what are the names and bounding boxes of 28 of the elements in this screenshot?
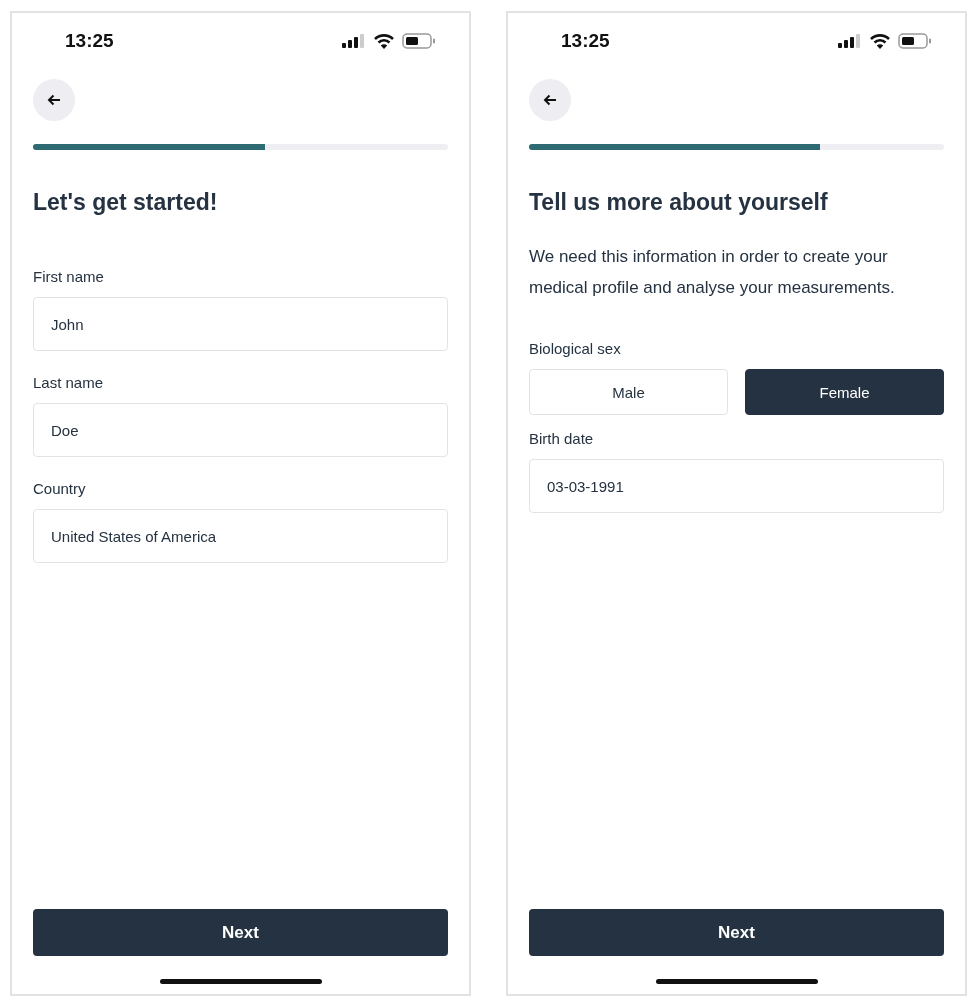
input-field[interactable]: Doe bbox=[33, 403, 448, 457]
screen-title: Let's get started! bbox=[33, 188, 219, 217]
field-label: First name bbox=[33, 267, 105, 287]
back-button[interactable] bbox=[529, 79, 571, 121]
option-button[interactable]: Male bbox=[529, 369, 728, 415]
screen-title: Tell us more about yourself bbox=[529, 188, 829, 217]
back-arrow-icon bbox=[543, 94, 557, 106]
status-time: 13:25 bbox=[65, 30, 114, 52]
next-button[interactable]: Next bbox=[33, 909, 448, 956]
back-arrow-icon bbox=[47, 94, 61, 106]
input-field[interactable]: 03-03-1991 bbox=[529, 459, 944, 513]
wifi-icon bbox=[870, 33, 890, 49]
status-time: 13:25 bbox=[561, 30, 610, 52]
wifi-icon bbox=[374, 33, 394, 49]
next-button[interactable]: Next bbox=[529, 909, 944, 956]
signal-icon bbox=[342, 34, 366, 48]
back-button[interactable] bbox=[33, 79, 75, 121]
field-label: Biological sex bbox=[529, 339, 622, 359]
input-field[interactable]: United States of America bbox=[33, 509, 448, 563]
battery-icon bbox=[898, 33, 932, 49]
signal-icon bbox=[838, 34, 862, 48]
field-label: Last name bbox=[33, 373, 105, 393]
input-field[interactable]: John bbox=[33, 297, 448, 351]
description-text: We need this information in order to create your medical profile and analyse your measurements. bbox=[529, 246, 896, 299]
option-button[interactable]: Female bbox=[745, 369, 944, 415]
field-label: Country bbox=[33, 479, 87, 499]
battery-icon bbox=[402, 33, 436, 49]
field-label: Birth date bbox=[529, 429, 595, 449]
